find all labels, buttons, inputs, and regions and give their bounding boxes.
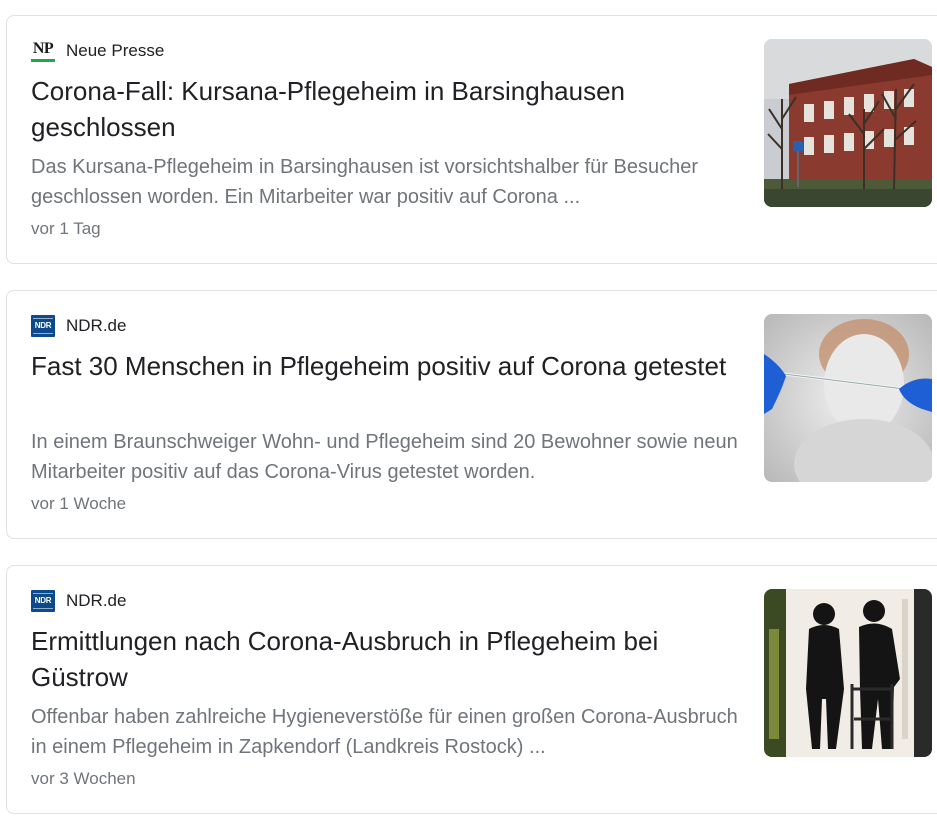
source-row: NP Neue Presse [31,40,164,62]
red-brick-building-with-trees-image[interactable] [764,39,932,207]
ndr-logo-icon: NDR [31,315,55,337]
article-timestamp: vor 1 Woche [31,494,127,513]
article-timestamp: vor 1 Tag [31,219,101,238]
ndr-logo-icon: NDR [31,590,55,612]
article-snippet: Offenbar haben zahlreiche Hygieneverstöß… [31,706,738,758]
article-timestamp: vor 3 Wochen [31,769,136,788]
article-snippet: Das Kursana-Pflegeheim in Barsinghausen … [31,156,699,208]
np-logo-icon: NP [31,40,55,62]
silhouettes-with-walker-image[interactable] [764,589,932,757]
article-headline[interactable]: Ermittlungen nach Corona-Ausbruch in Pfl… [31,623,731,695]
news-card[interactable]: NP Neue Presse Corona-Fall: Kursana-Pfle… [6,15,937,264]
source-name: NDR.de [66,316,127,335]
article-snippet: In einem Braunschweiger Wohn- und Pflege… [31,431,738,483]
source-name: Neue Presse [66,41,165,60]
source-name: NDR.de [66,591,127,610]
news-card[interactable]: NDR NDR.de Ermittlungen nach Corona-Ausb… [6,565,937,814]
news-feed: NP Neue Presse Corona-Fall: Kursana-Pfle… [0,0,937,821]
article-headline[interactable]: Fast 30 Menschen in Pflegeheim positiv a… [31,348,731,384]
source-row: NDR NDR.de [31,315,126,337]
corona-test-swab-image[interactable] [764,314,932,482]
article-headline[interactable]: Corona-Fall: Kursana-Pflegeheim in Barsi… [31,73,731,145]
news-card[interactable]: NDR NDR.de Fast 30 Menschen in Pflegehei… [6,290,937,539]
source-row: NDR NDR.de [31,590,126,612]
